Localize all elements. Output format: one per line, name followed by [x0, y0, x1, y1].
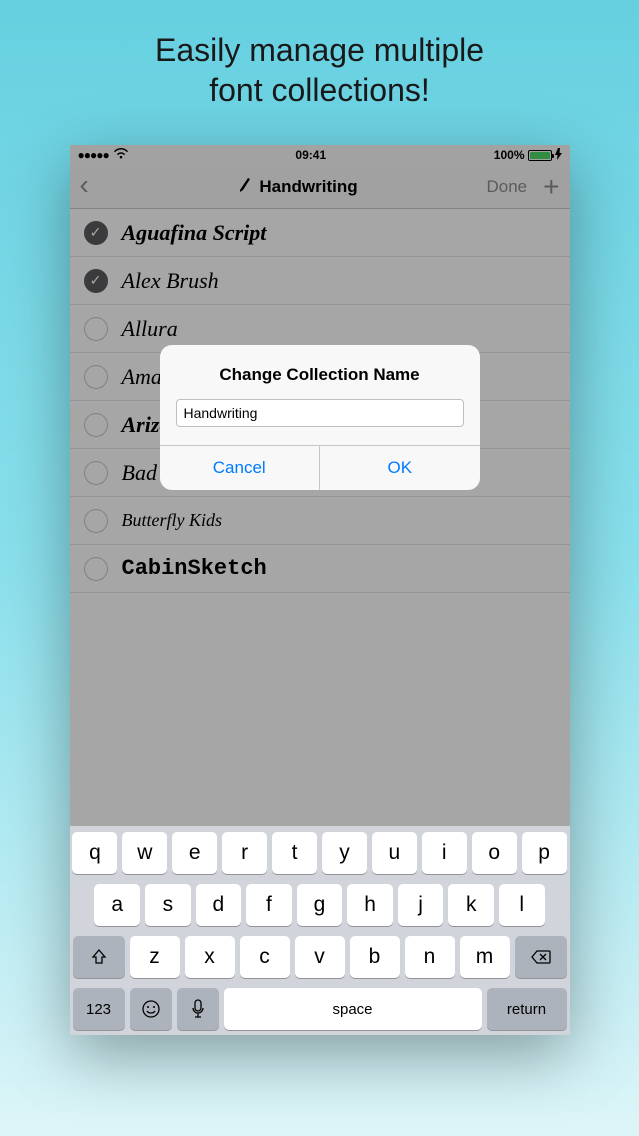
key-o[interactable]: o: [472, 832, 517, 874]
shift-key[interactable]: [73, 936, 125, 978]
key-v[interactable]: v: [295, 936, 345, 978]
key-h[interactable]: h: [347, 884, 393, 926]
phone-screen: ●●●●● 09:41 100% ‹ Handwriting: [70, 145, 570, 1035]
key-t[interactable]: t: [272, 832, 317, 874]
key-a[interactable]: a: [94, 884, 140, 926]
key-s[interactable]: s: [145, 884, 191, 926]
backspace-key[interactable]: [515, 936, 567, 978]
key-c[interactable]: c: [240, 936, 290, 978]
keyboard: q w e r t y u i o p a s d f g h j k l z: [70, 826, 570, 1035]
key-x[interactable]: x: [185, 936, 235, 978]
key-m[interactable]: m: [460, 936, 510, 978]
key-u[interactable]: u: [372, 832, 417, 874]
key-d[interactable]: d: [196, 884, 242, 926]
key-j[interactable]: j: [398, 884, 444, 926]
return-key[interactable]: return: [487, 988, 567, 1030]
key-k[interactable]: k: [448, 884, 494, 926]
alert-title: Change Collection Name: [160, 345, 480, 399]
key-q[interactable]: q: [72, 832, 117, 874]
key-f[interactable]: f: [246, 884, 292, 926]
key-g[interactable]: g: [297, 884, 343, 926]
key-e[interactable]: e: [172, 832, 217, 874]
key-z[interactable]: z: [130, 936, 180, 978]
key-w[interactable]: w: [122, 832, 167, 874]
key-p[interactable]: p: [522, 832, 567, 874]
space-key[interactable]: space: [224, 988, 482, 1030]
promo-line-1: Easily manage multiple: [155, 32, 484, 68]
key-i[interactable]: i: [422, 832, 467, 874]
key-y[interactable]: y: [322, 832, 367, 874]
emoji-key[interactable]: [130, 988, 172, 1030]
promo-line-2: font collections!: [209, 72, 430, 108]
promo-heading: Easily manage multiple font collections!: [155, 30, 484, 110]
collection-name-input[interactable]: [176, 399, 464, 427]
key-l[interactable]: l: [499, 884, 545, 926]
cancel-button[interactable]: Cancel: [160, 446, 321, 490]
numbers-key[interactable]: 123: [73, 988, 125, 1030]
ok-button[interactable]: OK: [320, 446, 480, 490]
alert-dialog: Change Collection Name Cancel OK: [160, 345, 480, 490]
mic-key[interactable]: [177, 988, 219, 1030]
key-n[interactable]: n: [405, 936, 455, 978]
key-b[interactable]: b: [350, 936, 400, 978]
key-r[interactable]: r: [222, 832, 267, 874]
